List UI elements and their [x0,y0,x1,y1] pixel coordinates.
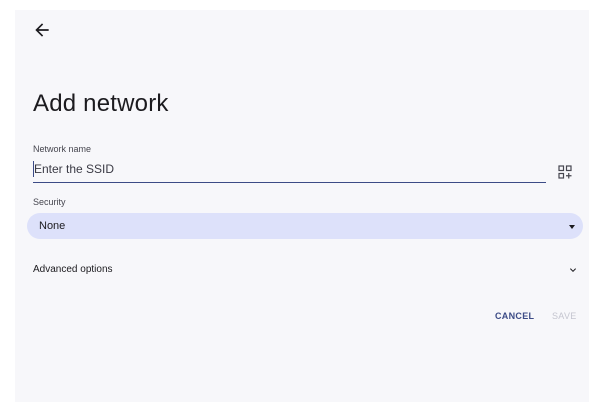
text-cursor [33,161,34,177]
arrow-drop-down-icon [569,225,575,229]
network-name-label: Network name [33,144,92,154]
cancel-button[interactable]: CANCEL [495,311,534,321]
security-label: Security [33,197,66,207]
security-selected-value: None [39,220,66,232]
advanced-options-label: Advanced options [33,264,113,275]
back-button[interactable] [32,20,52,40]
arrow-back-icon [35,23,49,37]
ssid-input[interactable] [33,158,547,180]
chevron-down-icon [567,264,579,276]
add-network-panel: Add network Network name Security None A… [15,10,589,402]
scan-qr-button[interactable] [558,165,572,179]
qr-code-scanner-icon [558,165,572,179]
page-title: Add network [33,90,169,117]
ssid-field[interactable] [33,158,547,183]
save-button[interactable]: SAVE [552,311,577,321]
advanced-options-toggle[interactable]: Advanced options [33,260,579,280]
security-dropdown[interactable]: None [27,213,583,239]
